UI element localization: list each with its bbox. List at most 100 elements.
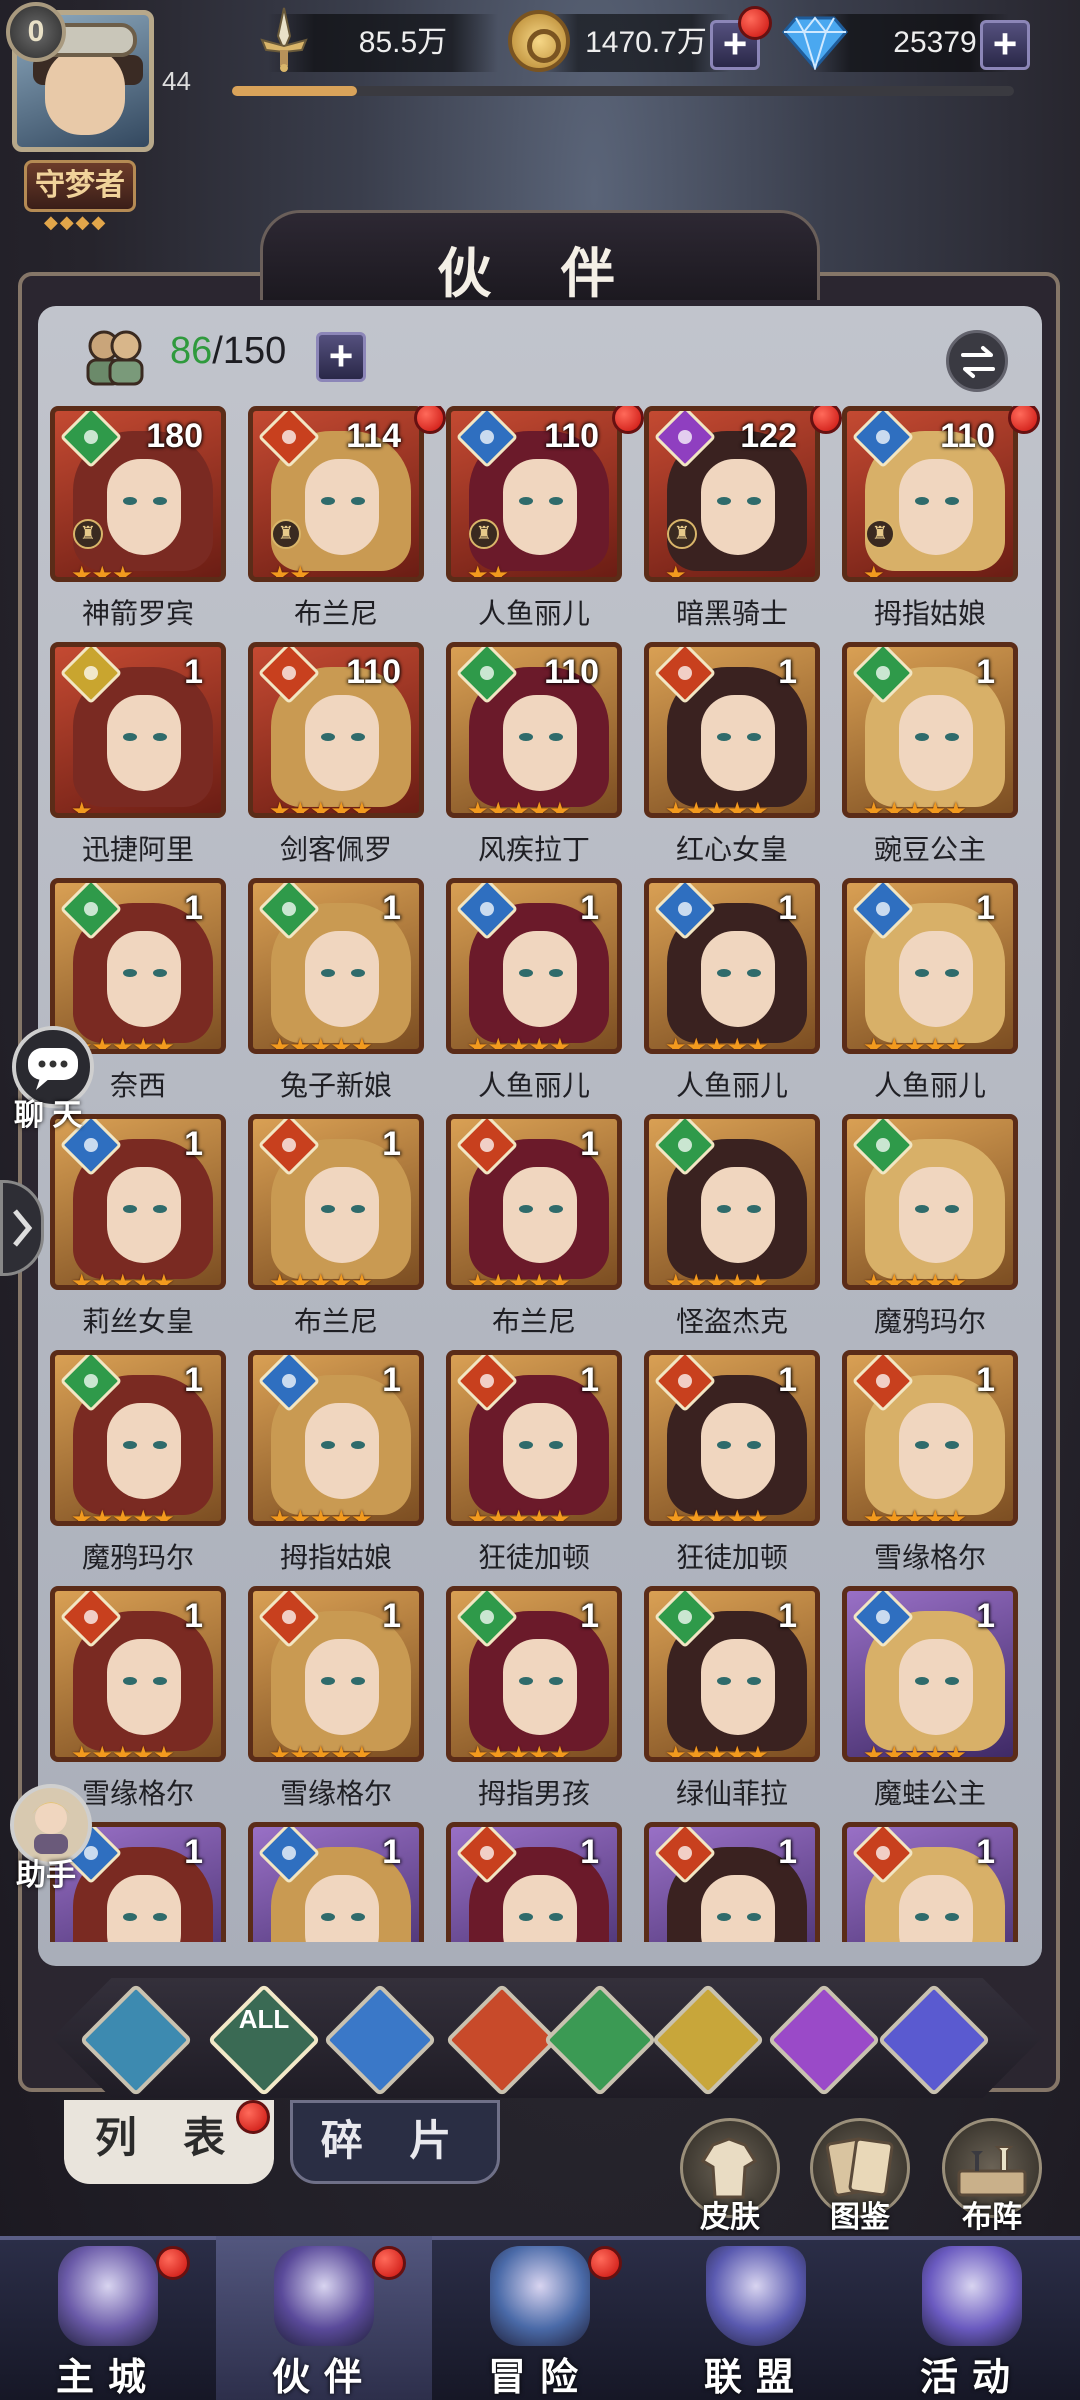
partner-level: 110	[544, 653, 599, 691]
partner-level: 1	[580, 1833, 599, 1871]
partner-card[interactable]: 1 ★★★★★ 莉丝女皇	[40, 1114, 236, 1350]
partner-name: 莉丝女皇	[81, 1306, 194, 1337]
rank-stars: ◆◆◆◆	[44, 212, 108, 233]
star-rating: ★★★★★	[467, 797, 571, 818]
partner-eye	[945, 969, 959, 977]
partner-portrait: 1 ★★★★★	[446, 1114, 622, 1290]
partner-card[interactable]: 110 ★★★★★ 风疾拉丁	[436, 642, 632, 878]
partner-name: 兔子新娘	[279, 1070, 392, 1101]
partner-face	[899, 1639, 973, 1735]
partner-eye	[945, 1677, 959, 1685]
partner-card[interactable]: 110 ★★★★★ 剑客佩罗	[238, 642, 434, 878]
add-diamond-button[interactable]: +	[980, 20, 1030, 70]
star-rating: ★	[665, 561, 686, 582]
star-rating: ★★★★★	[863, 797, 967, 818]
partner-card[interactable]: 1 ★★★★★ 拇指男孩	[436, 1586, 632, 1822]
side-expand-tab[interactable]	[0, 1180, 44, 1276]
avatar-face	[45, 47, 125, 135]
partners-count-icon	[86, 330, 144, 386]
partner-portrait: 1 ★★★★★	[248, 878, 424, 1054]
partner-eye	[717, 1677, 731, 1685]
partner-card[interactable]: 1 ★★★★★ 狂徒加顿	[436, 1350, 632, 1586]
partner-eye	[747, 1677, 761, 1685]
nav-item[interactable]: 联盟	[648, 2236, 864, 2400]
partner-portrait: 180 ♜ ★★★	[50, 406, 226, 582]
partner-card[interactable]: 1	[436, 1822, 632, 1942]
partner-face	[503, 459, 577, 555]
partner-portrait: 1 ★★★★★	[842, 642, 1018, 818]
partner-card[interactable]: 1 ★★★★★ 豌豆公主	[832, 642, 1028, 878]
partner-portrait: 1 ★★★★★	[50, 878, 226, 1054]
partner-card[interactable]: 1 ★★★★★ 魔蛙公主	[832, 1586, 1028, 1822]
partner-card[interactable]: 1	[238, 1822, 434, 1942]
partner-card[interactable]: 1 ★★★★★ 雪缘格尔	[238, 1586, 434, 1822]
partner-name: 魔鸦玛尔	[81, 1542, 194, 1573]
assistant-label: 助手	[16, 1859, 76, 1892]
partner-portrait: 114 ♜ ★★	[248, 406, 424, 582]
sort-toggle-button[interactable]	[946, 330, 1008, 392]
partner-card[interactable]: 1 ★★★★★ 兔子新娘	[238, 878, 434, 1114]
partner-card[interactable]: 1 ★★★★★ 人鱼丽儿	[436, 878, 632, 1114]
partner-card[interactable]: 114 ♜ ★★ 布兰尼	[238, 406, 446, 642]
rank-title: 守梦者	[24, 160, 136, 212]
partner-card[interactable]: 110 ♜ ★★ 人鱼丽儿	[436, 406, 644, 642]
partner-name: 魔蛙公主	[873, 1778, 986, 1809]
partner-eye	[123, 1441, 137, 1449]
nav-label: 联盟	[703, 2357, 808, 2399]
partner-card[interactable]: 1 ★ 迅捷阿里	[40, 642, 236, 878]
partner-card[interactable]: 1 ★★★★★ 拇指姑娘	[238, 1350, 434, 1586]
partner-card[interactable]: 122 ♜ ★ 暗黑骑士	[634, 406, 842, 642]
partner-level: 1	[184, 653, 203, 691]
partner-card[interactable]: 1 ★★★★★ 雪缘格尔	[40, 1586, 236, 1822]
partner-card[interactable]: 1 ★★★★★ 雪缘格尔	[832, 1350, 1028, 1586]
nav-item[interactable]: 活动	[864, 2236, 1080, 2400]
star-rating: ★★★★★	[863, 1505, 967, 1526]
partner-card[interactable]: 1 ★★★★★ 人鱼丽儿	[832, 878, 1028, 1114]
nav-item[interactable]: 伙伴	[216, 2236, 432, 2400]
partner-face	[701, 1875, 775, 1942]
partner-eye	[549, 1441, 563, 1449]
tab-shards[interactable]: 碎 片	[290, 2100, 500, 2184]
nav-item[interactable]: 主城	[0, 2236, 216, 2400]
partner-eye	[945, 1441, 959, 1449]
partner-level: 1	[382, 1125, 401, 1163]
partner-name: 绿仙菲拉	[675, 1778, 788, 1809]
partner-card[interactable]: ★★★★★ 怪盗杰克	[634, 1114, 830, 1350]
partner-card[interactable]: 1	[634, 1822, 830, 1942]
partner-card[interactable]: 110 ♜ ★ 拇指姑娘	[832, 406, 1040, 642]
partner-portrait: 1 ★★★★★	[248, 1350, 424, 1526]
star-rating: ★★★★★	[863, 1033, 967, 1054]
partner-card[interactable]: 1 ★★★★★ 狂徒加顿	[634, 1350, 830, 1586]
partner-card[interactable]: 1	[832, 1822, 1028, 1942]
nav-item[interactable]: 冒险	[432, 2236, 648, 2400]
partner-card[interactable]: 1 ★★★★★ 布兰尼	[436, 1114, 632, 1350]
partner-face	[701, 695, 775, 791]
partner-card[interactable]: ★★★★★ 魔鸦玛尔	[832, 1114, 1028, 1350]
partner-card[interactable]: 1 ★★★★★ 布兰尼	[238, 1114, 434, 1350]
partner-eye	[747, 969, 761, 977]
partner-card[interactable]: 1 ★★★★★ 人鱼丽儿	[634, 878, 830, 1114]
partner-portrait: 110 ★★★★★	[446, 642, 622, 818]
partner-card[interactable]: 180 ♜ ★★★ 神箭罗宾	[40, 406, 236, 642]
adventure-compass-icon	[490, 2246, 590, 2346]
partner-card[interactable]: 1 ★★★★★ 魔鸦玛尔	[40, 1350, 236, 1586]
swap-arrows-icon	[961, 346, 995, 378]
partner-count: 86/150	[170, 330, 286, 373]
partner-level: 1	[184, 1597, 203, 1635]
partner-portrait: 1 ★★★★★	[446, 1350, 622, 1526]
partner-eye	[747, 1441, 761, 1449]
partner-card[interactable]: 1 ★★★★★ 绿仙菲拉	[634, 1586, 830, 1822]
star-rating: ★★★★★	[71, 1505, 175, 1526]
partner-card[interactable]: 1 ★★★★★ 红心女皇	[634, 642, 830, 878]
star-rating: ★★★★★	[665, 1505, 769, 1526]
nav-label: 活动	[919, 2357, 1024, 2399]
expand-capacity-button[interactable]: +	[316, 332, 366, 382]
star-rating: ★	[863, 561, 884, 582]
partner-level: 1	[580, 1361, 599, 1399]
xp-fill	[232, 86, 358, 96]
partner-eye	[519, 969, 533, 977]
partner-eye	[717, 1913, 731, 1921]
partner-level: 1	[778, 1361, 797, 1399]
cosmos-element-icon	[898, 2004, 970, 2076]
gold-coin-icon	[508, 10, 570, 72]
